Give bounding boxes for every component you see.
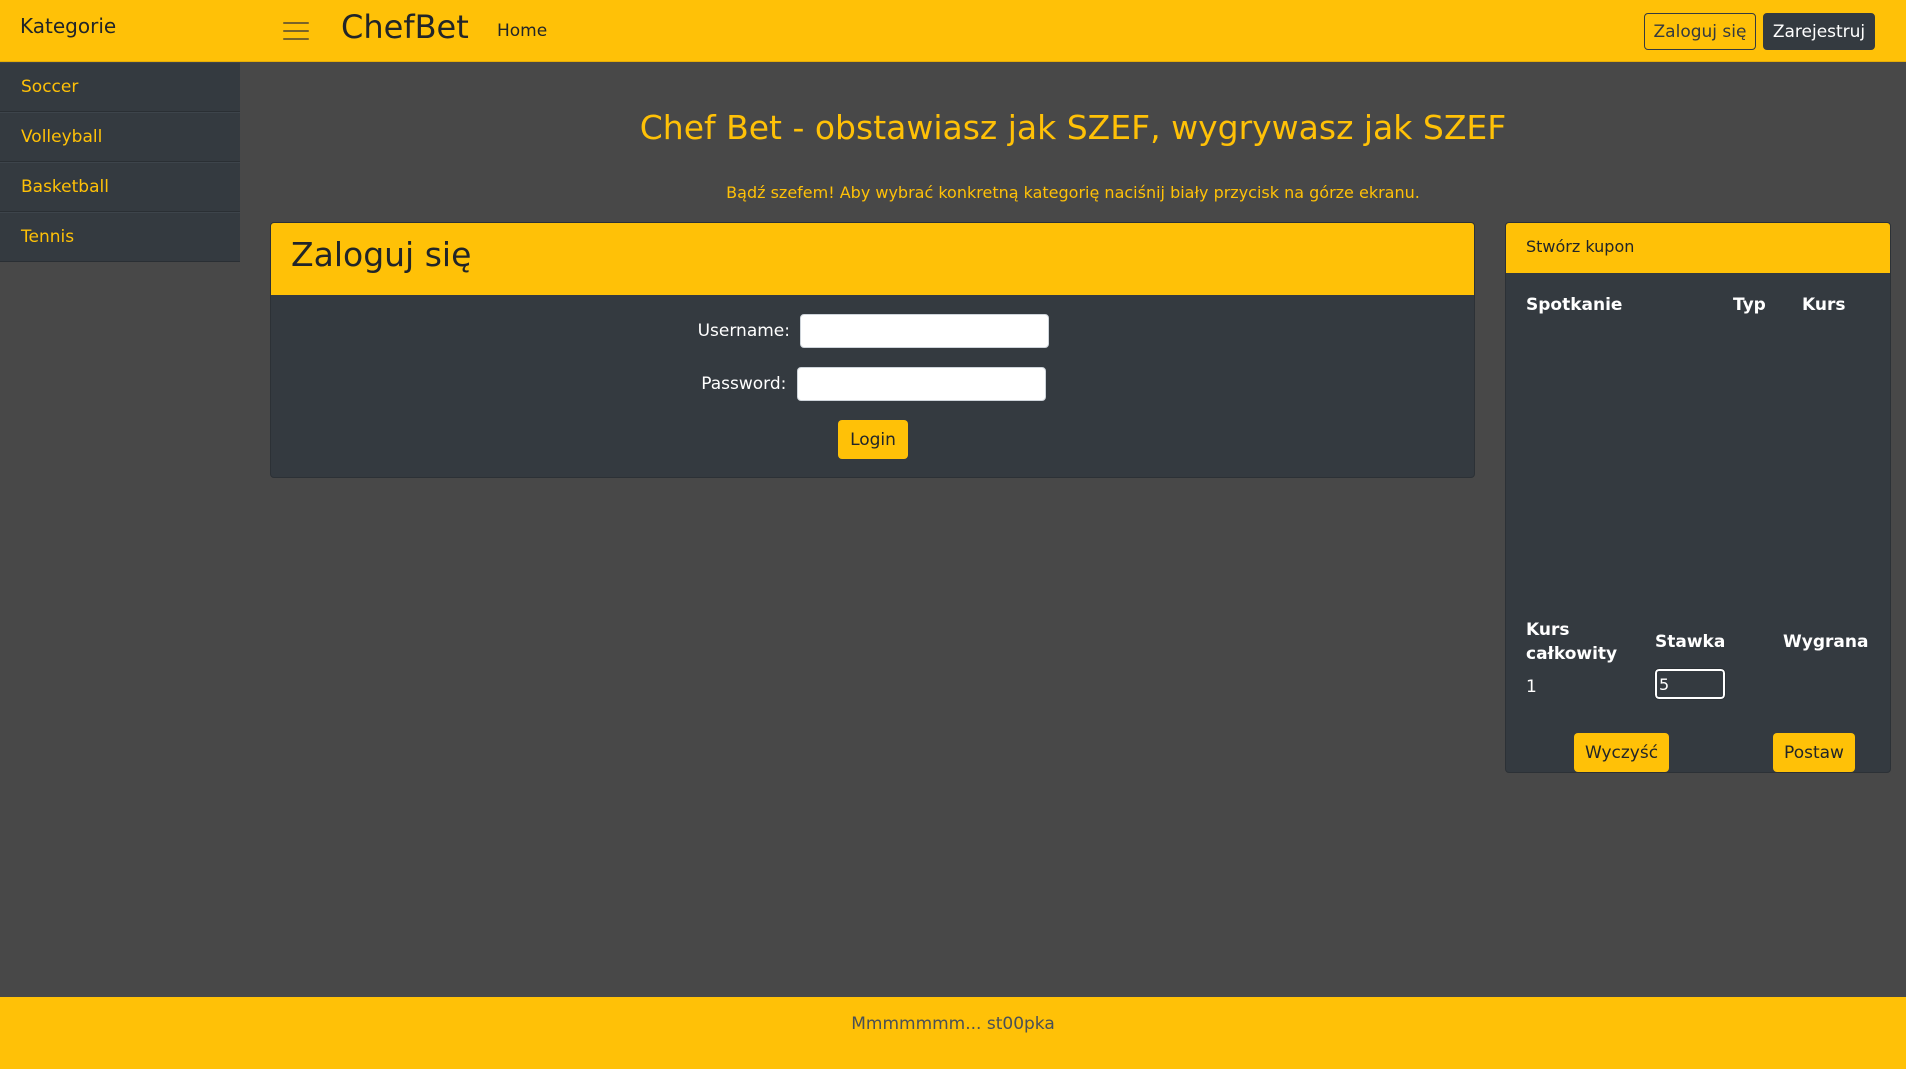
sidebar-title: Kategorie — [20, 14, 117, 38]
sidebar-item-basketball[interactable]: Basketball — [0, 162, 240, 212]
login-card-title: Zaloguj się — [271, 223, 1474, 295]
total-odds-label-line2: całkowity — [1526, 644, 1618, 664]
nav-home-link[interactable]: Home — [497, 21, 547, 41]
sidebar-item-tennis[interactable]: Tennis — [0, 212, 240, 262]
page-title: Chef Bet - obstawiasz jak SZEF, wygrywas… — [639, 108, 1507, 147]
stake-input[interactable] — [1654, 668, 1726, 700]
total-odds-value: 1 — [1526, 677, 1537, 697]
login-button[interactable]: Zaloguj się — [1644, 13, 1756, 50]
col-kurs: Kurs — [1802, 295, 1846, 315]
sidebar-item-soccer[interactable]: Soccer — [0, 62, 240, 112]
col-spotkanie: Spotkanie — [1526, 295, 1623, 315]
top-navbar: Kategorie ChefBet Home Zaloguj się Zarej… — [0, 0, 1906, 62]
hamburger-menu-icon[interactable] — [283, 22, 309, 42]
footer: Mmmmmmm... st00pka — [0, 997, 1906, 1069]
username-input[interactable] — [800, 314, 1050, 348]
username-row: Username: — [271, 314, 1474, 348]
page-subtitle: Bądź szefem! Aby wybrać konkretną katego… — [726, 183, 1420, 202]
sidebar-item-volleyball[interactable]: Volleyball — [0, 112, 240, 162]
category-sidebar: Soccer Volleyball Basketball Tennis — [0, 62, 240, 262]
stake-label: Stawka — [1655, 632, 1726, 652]
place-bet-button[interactable]: Postaw — [1773, 733, 1855, 772]
login-card: Zaloguj się Username: Password: Login — [270, 222, 1475, 478]
password-row: Password: — [271, 367, 1474, 401]
coupon-title: Stwórz kupon — [1506, 223, 1890, 273]
password-input[interactable] — [796, 367, 1046, 401]
col-typ: Typ — [1733, 295, 1766, 315]
footer-text: Mmmmmmm... st00pka — [851, 1014, 1055, 1034]
win-label: Wygrana — [1783, 632, 1869, 652]
login-submit-button[interactable]: Login — [838, 420, 908, 459]
password-label: Password: — [701, 374, 787, 394]
coupon-card: Stwórz kupon Spotkanie Typ Kurs Kurs cał… — [1505, 222, 1891, 773]
clear-coupon-button[interactable]: Wyczyść — [1574, 733, 1669, 772]
register-button[interactable]: Zarejestruj — [1763, 13, 1875, 50]
username-label: Username: — [697, 321, 790, 341]
total-odds-label-line1: Kurs — [1526, 620, 1570, 640]
brand-logo[interactable]: ChefBet — [341, 8, 469, 46]
